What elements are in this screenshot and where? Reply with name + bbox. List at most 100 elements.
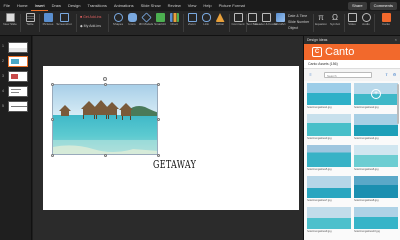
table-button[interactable]: Table <box>22 13 38 27</box>
resize-handle[interactable] <box>156 82 160 86</box>
panel-scrollbar[interactable] <box>397 84 399 124</box>
canto-panel: Design Ideas × C Canto Canto Assets (156… <box>303 36 400 240</box>
pictures-button[interactable]: Pictures <box>40 13 56 27</box>
omega-icon: Ω <box>332 13 338 22</box>
object-button[interactable]: Object <box>288 26 298 30</box>
asset-tile[interactable]: hotel-bungalows10.jpg <box>354 207 398 236</box>
tab-home[interactable]: Home <box>13 0 31 11</box>
powerpoint-window: File Home Insert Draw Design Transitions… <box>0 0 400 240</box>
tab-transitions[interactable]: Transitions <box>84 0 110 11</box>
pictures-icon <box>43 13 53 22</box>
table-icon <box>25 13 35 22</box>
screenshot-icon <box>59 13 69 22</box>
brand-name: Canto <box>325 46 355 58</box>
slide-thumbnail[interactable] <box>8 101 28 112</box>
zoom-icon <box>187 13 197 22</box>
asset-tile[interactable]: hotel-bungalows9.jpg <box>307 207 351 236</box>
comments-button[interactable]: Comments <box>369 1 397 10</box>
new-slide-icon <box>5 13 15 22</box>
get-addins-button[interactable]: ■ Get Add-ins <box>80 15 101 19</box>
close-icon[interactable]: × <box>395 37 397 42</box>
tab-view[interactable]: View <box>184 0 200 11</box>
tab-draw[interactable]: Draw <box>48 0 64 11</box>
tab-slide-show[interactable]: Slide Show <box>137 0 164 11</box>
settings-icon[interactable]: ⚙ <box>392 72 397 77</box>
tabbar-actions: Share Comments <box>347 1 400 10</box>
asset-thumbnail <box>307 176 351 198</box>
symbol-button[interactable]: Ω Symbol <box>327 13 343 27</box>
resize-handle[interactable] <box>50 82 54 86</box>
tab-help[interactable]: Help <box>200 0 215 11</box>
slide-caption[interactable]: GETAWAY <box>153 158 196 171</box>
comment-icon <box>233 13 243 22</box>
panel-toolbar: ≡ Search ⇪ ⚙ <box>304 69 400 81</box>
wordart-icon <box>275 13 285 22</box>
screenshot-button[interactable]: Screenshot <box>56 13 72 27</box>
slide-number: 5 <box>2 104 4 108</box>
asset-tile[interactable]: hotel-bungalows5.jpg <box>307 145 351 174</box>
shapes-icon <box>113 13 123 22</box>
chart-icon <box>169 13 179 22</box>
menu-icon[interactable]: ≡ <box>308 72 313 77</box>
my-addins-button[interactable]: ◆ My Add-ins <box>80 24 101 28</box>
current-slide[interactable]: GETAWAY <box>43 66 299 210</box>
asset-thumbnail: + <box>354 83 398 105</box>
new-slide-button[interactable]: New Slide <box>2 13 18 27</box>
audio-button[interactable]: Audio <box>358 13 374 27</box>
overwater-bungalows-image <box>53 85 157 154</box>
tab-file[interactable]: File <box>0 0 13 11</box>
share-button[interactable]: Share <box>347 1 367 10</box>
wordart-button[interactable]: WordArt <box>272 13 288 27</box>
canto-button[interactable]: Canto <box>378 13 394 27</box>
search-input[interactable]: Search <box>324 72 372 78</box>
ribbon-divider <box>20 14 21 32</box>
slide-thumbnails: 1 2 3 4 5 <box>0 36 32 240</box>
upload-icon[interactable]: ⇪ <box>384 72 389 77</box>
ribbon-divider <box>108 14 109 32</box>
asset-tile[interactable]: hotel-bungalows8.jpg <box>354 176 398 205</box>
audio-icon <box>361 13 371 22</box>
asset-tile[interactable]: hotel-bungalows7.jpg <box>307 176 351 205</box>
tab-picture-format[interactable]: Picture Format <box>215 0 248 11</box>
slide-number-button[interactable]: Slide Number <box>288 20 309 24</box>
action-button[interactable]: Action <box>212 13 228 27</box>
thumbnail-text <box>11 106 27 107</box>
asset-tile[interactable]: hotel-bungalows6.jpg <box>354 145 398 174</box>
tab-design[interactable]: Design <box>64 0 83 11</box>
date-time-button[interactable]: Date & Time <box>288 14 307 18</box>
assets-count-label: Canto Assets (156) <box>308 62 338 66</box>
canto-header: C Canto <box>304 44 400 60</box>
chart-button[interactable]: Chart <box>166 13 182 27</box>
asset-thumbnail <box>307 114 351 136</box>
header-footer-icon <box>261 13 271 22</box>
tab-insert[interactable]: Insert <box>31 0 49 11</box>
tab-review[interactable]: Review <box>164 0 184 11</box>
resize-handle[interactable] <box>50 153 54 157</box>
resize-handle[interactable] <box>103 153 107 157</box>
asset-tile[interactable]: hotel-bungalows3.jpg <box>307 114 351 143</box>
resize-handle[interactable] <box>103 82 107 86</box>
add-icon[interactable]: + <box>371 89 381 99</box>
thumbnail-text <box>11 89 21 90</box>
video-icon <box>347 13 357 22</box>
assets-header: Canto Assets (156) <box>304 60 400 69</box>
slide-thumbnail[interactable] <box>8 86 28 97</box>
asset-tile[interactable]: hotel-bungalows4.jpg <box>354 114 398 143</box>
asset-thumbnail <box>354 114 398 136</box>
ribbon-divider <box>374 14 375 32</box>
tab-animations[interactable]: Animations <box>110 0 137 11</box>
resize-handle[interactable] <box>156 153 160 157</box>
resize-handle[interactable] <box>156 118 160 121</box>
pi-icon: π <box>318 13 324 22</box>
slide-thumbnail[interactable] <box>8 42 28 53</box>
bungalow-photo[interactable] <box>52 84 158 155</box>
slide-number: 2 <box>2 59 4 63</box>
slide-thumbnail-active[interactable] <box>8 56 28 67</box>
resize-handle[interactable] <box>50 118 54 121</box>
rotate-handle[interactable] <box>103 77 107 81</box>
asset-tile[interactable]: + hotel-bungalows2.jpg <box>354 83 398 112</box>
asset-thumbnail <box>354 176 398 198</box>
slide-thumbnail[interactable] <box>8 71 28 82</box>
icons-icon <box>127 13 137 22</box>
asset-tile[interactable]: hotel-bungalows1.jpg <box>307 83 351 112</box>
